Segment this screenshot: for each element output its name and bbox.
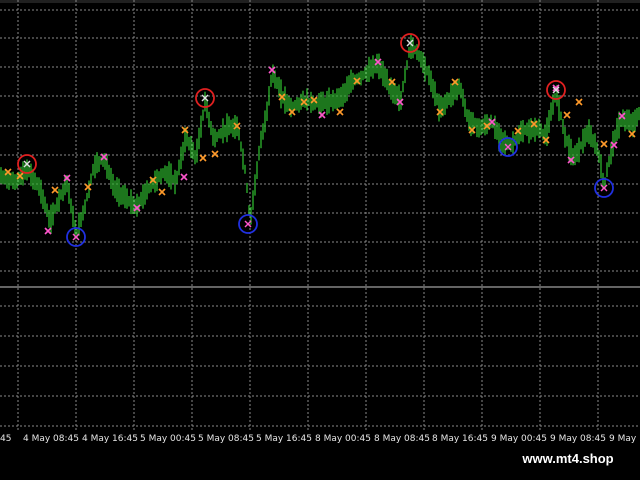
time-axis-label: 45: [0, 434, 12, 444]
signal-cross-marker: [4, 168, 12, 176]
signal-cross-marker: [396, 98, 404, 106]
signal-cross-marker: [44, 227, 52, 235]
signal-cross-marker: [288, 108, 296, 116]
signal-cross-marker: [199, 154, 207, 162]
bottom-extremum-circle: [498, 137, 518, 157]
signal-cross-marker: [575, 98, 583, 106]
signal-cross-marker: [268, 66, 276, 74]
grid-lines: [0, 0, 640, 432]
signal-cross-marker: [563, 111, 571, 119]
chart-window[interactable]: 45 4 May 08:45 4 May 16:45 5 May 00:45 5…: [0, 0, 640, 480]
signal-cross-marker: [318, 111, 326, 119]
signal-cross-marker: [374, 58, 382, 66]
time-axis-label: 4 May 16:45: [82, 434, 138, 444]
time-axis-label: 5 May 08:45: [198, 434, 254, 444]
signal-cross-marker: [628, 130, 636, 138]
signal-cross-marker: [436, 108, 444, 116]
signal-cross-marker: [278, 93, 286, 101]
time-axis-label: 4 May 08:45: [23, 434, 79, 444]
signal-cross-marker: [300, 98, 308, 106]
signal-cross-marker: [310, 96, 318, 104]
time-axis-label: 5 May 00:45: [140, 434, 196, 444]
time-axis-label: 8 May 16:45: [432, 434, 488, 444]
time-axis-label: 9 May 00:45: [491, 434, 547, 444]
price-chart[interactable]: [0, 0, 640, 450]
top-extremum-circle: [400, 33, 420, 53]
signal-cross-marker: [514, 127, 522, 135]
time-axis-label: 9 May 16:45: [609, 434, 640, 444]
bottom-extremum-circle: [238, 214, 258, 234]
signal-cross-marker: [542, 136, 550, 144]
watermark-text: www.mt4.shop: [496, 444, 640, 474]
signal-cross-marker: [51, 186, 59, 194]
signal-cross-marker: [158, 188, 166, 196]
extremum-circles: [17, 33, 614, 247]
bottom-extremum-circle: [66, 227, 86, 247]
time-axis-label: 9 May 08:45: [550, 434, 606, 444]
signal-cross-marker: [84, 183, 92, 191]
time-axis-label: 5 May 16:45: [256, 434, 312, 444]
signal-cross-marker: [180, 173, 188, 181]
signal-cross-marker: [600, 140, 608, 148]
signal-cross-marker: [618, 112, 626, 120]
signal-cross-marker: [388, 78, 396, 86]
signal-cross-marker: [610, 141, 618, 149]
signal-cross-marker: [211, 150, 219, 158]
signal-cross-marker: [336, 108, 344, 116]
signal-cross-marker: [468, 126, 476, 134]
time-axis-label: 8 May 08:45: [374, 434, 430, 444]
time-axis-label: 8 May 00:45: [315, 434, 371, 444]
